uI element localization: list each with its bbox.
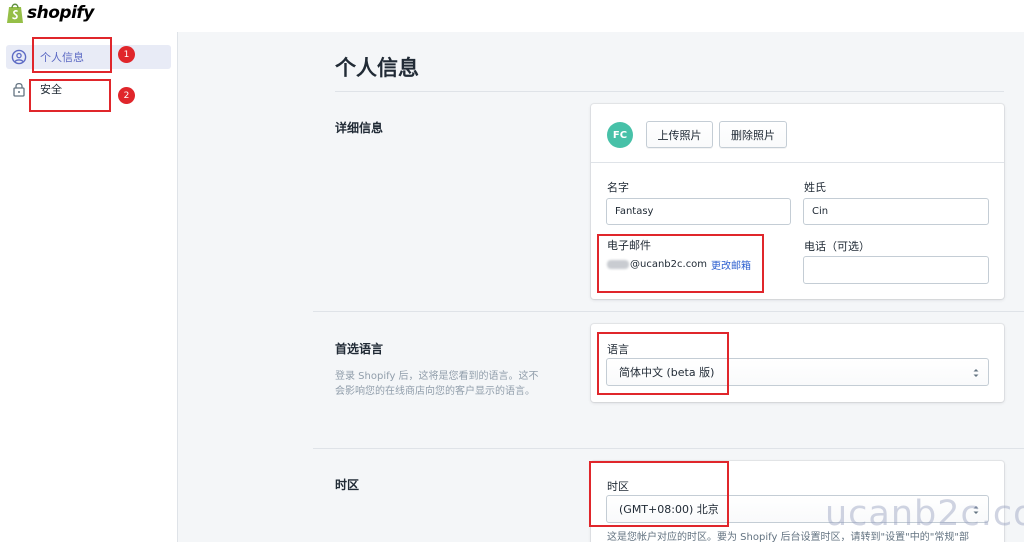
- watermark: ucanb2c.com: [825, 494, 1024, 534]
- details-heading: 详细信息: [335, 121, 384, 135]
- delete-photo-button[interactable]: 删除照片: [719, 121, 787, 148]
- timezone-label: 时区: [607, 480, 629, 493]
- select-arrows-icon: [973, 369, 979, 377]
- avatar: FC: [607, 122, 633, 148]
- first-name-label: 名字: [607, 181, 629, 194]
- language-label: 语言: [607, 343, 629, 356]
- sidebar-item-personal-info[interactable]: 个人信息: [6, 45, 171, 69]
- phone-field[interactable]: [803, 256, 989, 284]
- last-name-field[interactable]: Cin: [803, 198, 989, 225]
- step-badge-2: 2: [118, 87, 135, 104]
- main-content: 个人信息 详细信息 FC 上传照片 删除照片 名字 Fantasy 姓氏 Cin…: [178, 32, 1024, 542]
- timezone-heading: 时区: [335, 478, 360, 492]
- language-card: 语言 简体中文 (beta 版): [591, 324, 1004, 402]
- shopify-bag-icon: [7, 3, 23, 23]
- email-value: @ucanb2c.com 更改邮箱: [607, 257, 751, 272]
- shopify-logo[interactable]: shopify: [6, 2, 94, 24]
- upload-photo-button[interactable]: 上传照片: [646, 121, 713, 148]
- timezone-selected-value: (GMT+08:00) 北京: [619, 503, 719, 516]
- section-divider: [313, 311, 1024, 312]
- section-divider: [313, 448, 1024, 449]
- email-redacted: [607, 260, 629, 269]
- logo-text: shopify: [27, 3, 94, 23]
- last-name-label: 姓氏: [804, 181, 826, 194]
- details-card: FC 上传照片 删除照片 名字 Fantasy 姓氏 Cin 电子邮件 @uca…: [591, 104, 1004, 299]
- phone-label: 电话（可选）: [804, 240, 870, 253]
- language-select[interactable]: 简体中文 (beta 版): [606, 358, 989, 386]
- email-domain: @ucanb2c.com: [630, 259, 708, 270]
- language-description: 登录 Shopify 后，这将是您看到的语言。这不会影响您的在线商店向您的客户显…: [335, 371, 539, 397]
- user-circle-icon: [11, 49, 27, 65]
- card-divider: [591, 162, 1004, 163]
- change-email-link[interactable]: 更改邮箱: [711, 257, 751, 272]
- language-selected-value: 简体中文 (beta 版): [619, 366, 715, 379]
- page-title: 个人信息: [335, 56, 419, 80]
- email-label: 电子邮件: [607, 239, 651, 252]
- lock-icon: [13, 82, 25, 97]
- step-badge-1: 1: [118, 46, 135, 63]
- language-heading: 首选语言: [335, 342, 384, 356]
- sidebar-item-label: 安全: [40, 83, 62, 96]
- sidebar-item-security[interactable]: 安全: [6, 77, 171, 101]
- sidebar-item-label: 个人信息: [40, 51, 84, 64]
- top-bar: shopify: [0, 0, 1024, 32]
- title-divider: [335, 91, 1004, 92]
- sidebar: 个人信息 安全: [0, 32, 178, 542]
- first-name-field[interactable]: Fantasy: [606, 198, 791, 225]
